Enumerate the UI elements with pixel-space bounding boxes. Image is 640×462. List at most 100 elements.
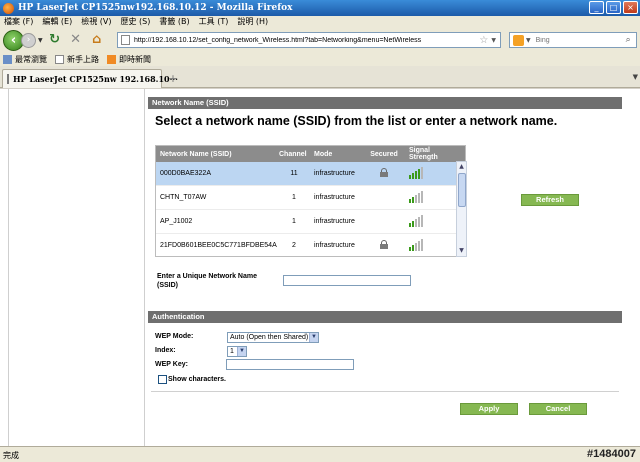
bookmarks-toolbar: 最常瀏覽 新手上路 即時新聞 (0, 52, 640, 66)
menu-help[interactable]: 說明 (H) (237, 16, 268, 28)
search-engine-dropdown-icon[interactable]: ▼ (526, 37, 531, 44)
apply-button[interactable]: Apply (460, 403, 518, 415)
channel-cell: 2 (292, 242, 296, 249)
bookmark-most-visited[interactable]: 最常瀏覽 (3, 54, 47, 65)
bookmark-star-icon[interactable]: ☆ (479, 35, 488, 46)
reload-icon[interactable]: ↻ (47, 32, 63, 48)
page-scrollbar-area[interactable] (622, 89, 640, 446)
col-network-name: Network Name (SSID) (160, 150, 232, 158)
home-icon[interactable]: ⌂ (89, 32, 105, 48)
refresh-button[interactable]: Refresh (521, 194, 579, 206)
col-signal-strength: Signal Strength (409, 147, 438, 161)
status-bar: 完成 #1484007 (0, 446, 640, 462)
network-row[interactable]: CHTN_T07AW 1 infrastructure (156, 186, 465, 210)
search-icon[interactable]: ⌕ (626, 35, 631, 45)
tab-printer-config[interactable]: HP LaserJet CP1525nw 192.168.10··· (2, 69, 178, 88)
signal-cell (401, 190, 457, 205)
network-row[interactable]: AP_J1002 1 infrastructure (156, 210, 465, 234)
wep-key-label: WEP Key: (155, 361, 188, 368)
close-button[interactable]: × (623, 1, 638, 14)
signal-bar (421, 166, 423, 179)
signal-cell (401, 166, 457, 181)
network-name-cell: 000D0BAE322A (160, 170, 211, 177)
menu-history[interactable]: 歷史 (S) (121, 16, 151, 28)
signal-bar (409, 198, 411, 203)
signal-bar (421, 214, 423, 227)
channel-cell: 1 (292, 218, 296, 225)
rss-icon (107, 54, 116, 64)
wep-mode-label: WEP Mode: (155, 333, 194, 340)
maximize-button[interactable]: □ (606, 1, 621, 14)
signal-bar (421, 190, 423, 203)
forward-button[interactable]: › (21, 32, 36, 48)
show-characters-label: Show characters. (168, 376, 226, 383)
signal-strength-icon (409, 166, 423, 179)
table-scrollbar[interactable]: ▲ ▼ (456, 161, 467, 257)
tab-list-icon[interactable]: ▼ (633, 73, 638, 81)
menu-file[interactable]: 檔案 (F) (4, 16, 33, 28)
bookmark-folder-icon (3, 54, 12, 64)
search-input[interactable] (535, 36, 626, 44)
scroll-down-icon[interactable]: ▼ (457, 246, 466, 256)
authentication-section-header: Authentication (148, 311, 622, 323)
url-text[interactable]: http://192.168.10.12/set_config_network_… (134, 37, 479, 44)
channel-cell: 11 (290, 170, 298, 177)
network-row[interactable]: 21FD0B601BEE0C5C771BFDBE54AB3A19 2 infrast… (156, 234, 465, 256)
menu-edit[interactable]: 編輯 (E) (42, 16, 72, 28)
navigation-toolbar: ‹ › ▼ ↻ ✕ ⌂ http://192.168.10.12/set_con… (0, 28, 640, 52)
watermark-text: #1484007 (587, 448, 636, 460)
stop-icon[interactable]: ✕ (68, 32, 84, 48)
firefox-icon (3, 2, 14, 14)
signal-bar (412, 244, 414, 251)
signal-bar (409, 246, 411, 251)
network-name-cell: CHTN_T07AW (160, 194, 207, 201)
search-engine-icon[interactable] (513, 34, 524, 46)
menu-bookmarks[interactable]: 書籤 (B) (159, 16, 189, 28)
signal-strength-icon (409, 238, 423, 251)
network-row[interactable]: 000D0BAE322A 11 infrastructure (156, 162, 465, 186)
bookmark-getting-started[interactable]: 新手上路 (55, 54, 99, 65)
ssid-section-header: Network Name (SSID) (148, 97, 622, 109)
tab-label: HP LaserJet CP1525nw 192.168.10··· (13, 74, 178, 84)
wep-mode-value: Auto (Open then Shared) (230, 334, 309, 341)
menu-view[interactable]: 檢視 (V) (81, 16, 111, 28)
signal-bar (418, 240, 420, 251)
wireless-config-panel: Network Name (SSID) Select a network nam… (145, 89, 622, 446)
col-channel: Channel (279, 150, 307, 158)
table-header: Network Name (SSID) Channel Mode Secured… (156, 146, 465, 162)
chevron-down-icon: ▼ (237, 347, 246, 356)
signal-bar (415, 170, 417, 179)
signal-bar (409, 174, 411, 179)
url-dropdown-icon[interactable]: ▼ (491, 37, 496, 44)
show-characters-checkbox[interactable] (158, 375, 167, 384)
new-tab-button[interactable]: + (166, 72, 180, 86)
bookmark-label: 即時新聞 (119, 54, 151, 64)
network-name-cell: AP_J1002 (160, 218, 193, 225)
lock-icon (380, 240, 388, 249)
search-bar[interactable]: ▼ ⌕ (509, 32, 637, 48)
index-select[interactable]: 1 ▼ (227, 346, 247, 357)
bookmark-latest-news[interactable]: 即時新聞 (107, 54, 151, 65)
scroll-thumb[interactable] (458, 173, 466, 207)
status-text: 完成 (3, 451, 19, 460)
cancel-button[interactable]: Cancel (529, 403, 587, 415)
col-mode: Mode (314, 150, 333, 158)
scroll-up-icon[interactable]: ▲ (457, 162, 466, 172)
minimize-button[interactable]: _ (589, 1, 604, 14)
signal-bar (418, 192, 420, 203)
menu-bar: 檔案 (F) 編輯 (E) 檢視 (V) 歷史 (S) 書籤 (B) 工具 (T… (0, 16, 640, 28)
unique-ssid-input[interactable] (283, 275, 411, 286)
window-title: HP LaserJet CP1525nw192.168.10.12 - Mozi… (18, 3, 293, 13)
mode-cell: infrastructure (314, 194, 355, 201)
unique-ssid-label: Enter a Unique Network Name (SSID) (157, 273, 257, 289)
signal-bar (418, 168, 420, 179)
menu-tools[interactable]: 工具 (T) (199, 16, 229, 28)
mode-cell: infrastructure (314, 170, 355, 177)
network-name-cell: 21FD0B601BEE0C5C771BFDBE54AB3A19 (160, 242, 277, 249)
signal-bar (415, 242, 417, 251)
wep-key-input[interactable] (226, 359, 354, 370)
wep-mode-select[interactable]: Auto (Open then Shared) ▼ (227, 332, 319, 343)
bookmark-label: 新手上路 (67, 54, 99, 64)
history-dropdown-icon[interactable]: ▼ (38, 37, 43, 44)
url-bar[interactable]: http://192.168.10.12/set_config_network_… (117, 32, 501, 48)
